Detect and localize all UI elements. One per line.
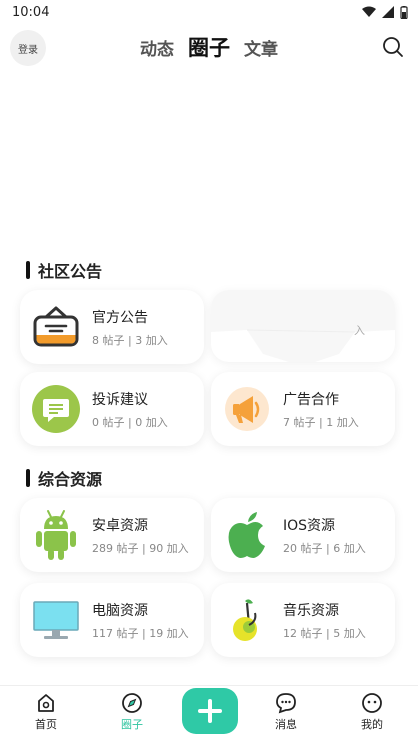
circle-card-pc[interactable]: 电脑资源 117 帖子 | 19 加入 bbox=[20, 583, 204, 657]
card-meta: 7 帖子 | 1 加入 bbox=[283, 415, 359, 429]
create-post-button[interactable] bbox=[182, 688, 238, 734]
card-meta: 20 帖子 | 6 加入 bbox=[283, 541, 366, 555]
status-bar: 10:04 bbox=[0, 0, 418, 24]
status-icons bbox=[362, 5, 408, 19]
search-icon[interactable] bbox=[382, 36, 404, 58]
card-meta: 入 bbox=[354, 324, 365, 337]
tab-dongtai[interactable]: 动态 bbox=[140, 35, 174, 60]
home-icon bbox=[38, 694, 54, 712]
nav-messages[interactable]: 消息 bbox=[256, 692, 316, 732]
circle-card-feedback[interactable]: 投诉建议 0 帖子 | 0 加入 bbox=[20, 372, 204, 446]
compass-icon bbox=[122, 693, 142, 713]
top-bar: 登录 动态 圈子 文章 bbox=[0, 28, 418, 68]
profile-icon bbox=[362, 693, 382, 713]
circle-card-official[interactable]: 官方公告 8 帖子 | 3 加入 bbox=[20, 290, 204, 364]
section-bar bbox=[26, 469, 30, 487]
card-name: 安卓资源 bbox=[92, 517, 148, 534]
top-tabs: 动态 圈子 文章 bbox=[0, 32, 418, 62]
card-name: 电脑资源 bbox=[92, 602, 148, 619]
feedback-chat-icon bbox=[32, 385, 80, 433]
card-name: 官方公告 bbox=[92, 309, 148, 326]
nav-label: 首页 bbox=[35, 718, 57, 731]
circle-card-ads[interactable]: 广告合作 7 帖子 | 1 加入 bbox=[211, 372, 395, 446]
music-note-icon bbox=[223, 596, 271, 644]
section-title-announcements: 社区公告 bbox=[26, 258, 102, 282]
circle-card-ios[interactable]: IOS资源 20 帖子 | 6 加入 bbox=[211, 498, 395, 572]
android-icon bbox=[32, 510, 80, 560]
signal-icon bbox=[382, 6, 394, 18]
circle-card-android[interactable]: 安卓资源 289 帖子 | 90 加入 bbox=[20, 498, 204, 572]
plus-icon bbox=[198, 699, 222, 723]
nav-label: 我的 bbox=[361, 718, 383, 731]
tab-wenzhang[interactable]: 文章 bbox=[244, 35, 278, 60]
battery-icon bbox=[400, 5, 408, 19]
circle-card-loading[interactable]: 入 bbox=[211, 290, 395, 362]
card-meta: 0 帖子 | 0 加入 bbox=[92, 415, 168, 429]
status-time: 10:04 bbox=[12, 4, 50, 20]
announcement-box-icon bbox=[32, 303, 80, 351]
tab-quanzi[interactable]: 圈子 bbox=[188, 32, 230, 62]
section-title-text: 社区公告 bbox=[38, 262, 103, 281]
nav-profile[interactable]: 我的 bbox=[342, 692, 402, 732]
section-title-text: 综合资源 bbox=[38, 470, 103, 489]
section-bar bbox=[26, 261, 30, 279]
card-meta: 8 帖子 | 3 加入 bbox=[92, 333, 168, 347]
nav-home[interactable]: 首页 bbox=[16, 692, 76, 732]
card-name: 投诉建议 bbox=[92, 391, 148, 408]
nav-label: 圈子 bbox=[121, 718, 143, 731]
card-name: 音乐资源 bbox=[283, 602, 339, 619]
wifi-icon bbox=[362, 6, 376, 17]
apple-icon bbox=[223, 511, 271, 559]
section-title-resources: 综合资源 bbox=[26, 466, 102, 490]
circle-card-music[interactable]: 音乐资源 12 帖子 | 5 加入 bbox=[211, 583, 395, 657]
nav-circle[interactable]: 圈子 bbox=[102, 692, 162, 732]
monitor-icon bbox=[32, 596, 80, 644]
card-meta: 117 帖子 | 19 加入 bbox=[92, 626, 189, 640]
nav-label: 消息 bbox=[275, 718, 297, 731]
card-name: 广告合作 bbox=[283, 391, 339, 408]
card-name: IOS资源 bbox=[283, 517, 336, 534]
megaphone-icon bbox=[223, 385, 271, 433]
placeholder-shape bbox=[211, 290, 395, 362]
message-icon bbox=[276, 693, 296, 714]
card-meta: 289 帖子 | 90 加入 bbox=[92, 541, 189, 555]
card-meta: 12 帖子 | 5 加入 bbox=[283, 626, 366, 640]
